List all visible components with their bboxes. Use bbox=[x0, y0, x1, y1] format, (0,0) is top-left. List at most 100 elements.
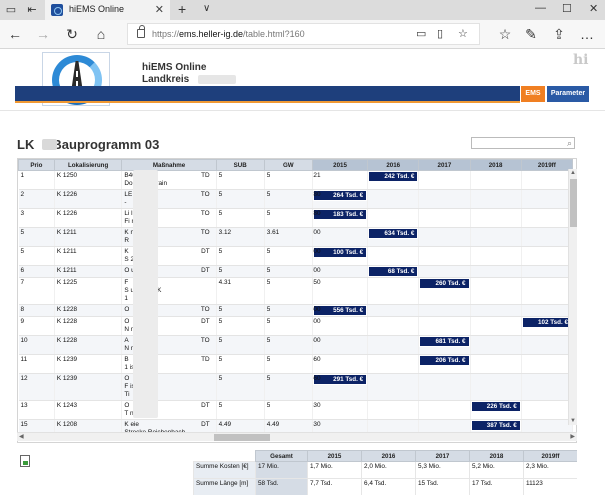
col-header-2015[interactable]: 2015 bbox=[311, 159, 369, 171]
cell-prio: 5 bbox=[18, 246, 55, 266]
cell-kosten: 560 bbox=[312, 375, 321, 382]
col-header-gw[interactable]: GW bbox=[263, 159, 313, 171]
budget-value-badge[interactable]: 260 Tsd. € bbox=[419, 278, 470, 289]
browser-tab-bar: ▭ ⇤ hiEMS Online ✕ + ∨ — ☐ ✕ bbox=[0, 0, 605, 20]
cell-year-value: 700 bbox=[312, 265, 369, 278]
budget-value-badge[interactable]: 387 Tsd. € bbox=[470, 420, 521, 431]
reading-view-icon[interactable]: ▯ bbox=[437, 27, 443, 40]
cell-year-value: 102 Tsd. € bbox=[521, 316, 574, 336]
table-row[interactable]: 1K 1250B465Do GuckenrainTD55121242 Tsd. … bbox=[18, 170, 574, 190]
cell-year-value bbox=[367, 208, 420, 228]
cell-year-value: 260 Tsd. € bbox=[418, 277, 471, 305]
search-input[interactable] bbox=[472, 138, 574, 148]
budget-value-badge[interactable]: 68 Tsd. € bbox=[368, 266, 418, 277]
share-icon[interactable]: ⇪ bbox=[550, 25, 568, 43]
col-header-2018[interactable]: 2018 bbox=[469, 159, 522, 171]
cell-year-value bbox=[418, 246, 471, 266]
table-row[interactable]: 11K 1239B1 ischhardtTD55560206 Tsd. € bbox=[18, 354, 574, 374]
cell-lokalisierung: K 1226 bbox=[54, 208, 123, 228]
col-header-prio[interactable]: Prio bbox=[18, 159, 55, 171]
scroll-right-icon[interactable]: ▶ bbox=[570, 433, 575, 440]
cell-year-value: 206 Tsd. € bbox=[418, 354, 471, 374]
browser-tab[interactable]: hiEMS Online ✕ bbox=[45, 0, 170, 20]
pen-icon[interactable]: ✎ bbox=[522, 25, 540, 43]
tab-back-icon[interactable]: ⇤ bbox=[25, 3, 39, 17]
cell-year-value bbox=[418, 373, 471, 401]
table-row[interactable]: 6K 1211O uDT5570068 Tsd. € bbox=[18, 265, 574, 278]
budget-value-badge[interactable]: 206 Tsd. € bbox=[419, 355, 470, 366]
address-bar[interactable]: https://ems.heller-ig.de/table.html?160 … bbox=[127, 23, 480, 45]
home-icon[interactable]: ⌂ bbox=[92, 25, 110, 43]
scroll-up-icon[interactable]: ▲ bbox=[570, 170, 576, 176]
cell-kosten: 700 bbox=[312, 267, 321, 274]
col-header-2019ff[interactable]: 2019ff bbox=[520, 159, 574, 171]
budget-value-badge[interactable]: 102 Tsd. € bbox=[521, 317, 572, 328]
table-row[interactable]: 7K 1225FS uckel bis K14.315650260 Tsd. € bbox=[18, 277, 574, 305]
massnahme-type: TO bbox=[200, 191, 210, 198]
table-row[interactable]: 5K 1211KS 2015DT55700100 Tsd. € bbox=[18, 246, 574, 266]
cast-icon[interactable]: ▭ bbox=[416, 27, 426, 40]
budget-value-badge[interactable]: 634 Tsd. € bbox=[368, 228, 418, 239]
summary-col-2017: 2017 bbox=[415, 450, 470, 462]
tab-preview-icon[interactable]: ▭ bbox=[4, 3, 18, 17]
cell-year-value: 560291 Tsd. € bbox=[312, 373, 369, 401]
cell-gw: 5 bbox=[264, 400, 313, 420]
budget-value-badge[interactable]: 183 Tsd. € bbox=[312, 209, 367, 220]
search-icon[interactable]: ⌕ bbox=[567, 138, 572, 148]
cell-kosten: 560 bbox=[312, 356, 321, 363]
budget-value-badge[interactable]: 681 Tsd. € bbox=[419, 336, 470, 347]
more-icon[interactable]: … bbox=[578, 25, 596, 43]
maximize-button[interactable]: ☐ bbox=[562, 2, 572, 15]
budget-value-badge[interactable]: 100 Tsd. € bbox=[312, 247, 367, 258]
budget-value-badge[interactable]: 291 Tsd. € bbox=[312, 374, 367, 385]
browser-nav-bar: ← → ↻ ⌂ https://ems.heller-ig.de/table.h… bbox=[0, 20, 605, 49]
scroll-thumb-horizontal[interactable] bbox=[214, 434, 270, 441]
cell-year-value bbox=[521, 170, 574, 190]
table-row[interactable]: 10K 1228AN ngenTO55600681 Tsd. € bbox=[18, 335, 574, 355]
col-header-2016[interactable]: 2016 bbox=[367, 159, 420, 171]
col-header-2017[interactable]: 2017 bbox=[418, 159, 471, 171]
back-arrow-icon[interactable]: ← bbox=[6, 25, 24, 43]
table-row[interactable]: 13K 1243OT ntalDT55530226 Tsd. € bbox=[18, 400, 574, 420]
excel-export-icon[interactable] bbox=[20, 455, 30, 467]
favorite-star-icon[interactable]: ☆ bbox=[458, 27, 468, 40]
col-header-massnahme[interactable]: Maßnahme bbox=[121, 159, 217, 171]
scroll-down-icon[interactable]: ▼ bbox=[570, 418, 576, 424]
cell-year-value bbox=[418, 189, 471, 209]
table-row[interactable]: 3K 1226Li lis bisFi nhardtTO55780183 Tsd… bbox=[18, 208, 574, 228]
forward-arrow-icon[interactable]: → bbox=[34, 25, 52, 43]
table-row[interactable]: 12K 1239OF isenTi55560291 Tsd. € bbox=[18, 373, 574, 401]
cell-year-value: 650 bbox=[312, 277, 369, 305]
search-field[interactable]: ⌕ bbox=[471, 137, 575, 149]
table-vertical-scrollbar[interactable]: ▲ ▼ bbox=[568, 169, 577, 425]
massnahme-type: DT bbox=[201, 421, 210, 428]
table-row[interactable]: 8K 1228OTO55600556 Tsd. € bbox=[18, 304, 574, 317]
table-horizontal-scrollbar[interactable]: ◀ ▶ bbox=[17, 432, 577, 441]
budget-value-badge[interactable]: 556 Tsd. € bbox=[312, 305, 367, 316]
close-window-button[interactable]: ✕ bbox=[589, 2, 598, 15]
favorites-list-icon[interactable]: ☆ bbox=[496, 25, 514, 43]
cell-year-value bbox=[470, 277, 522, 305]
cell-prio: 9 bbox=[18, 316, 55, 336]
tab-list-dropdown-icon[interactable]: ∨ bbox=[203, 3, 210, 14]
table-row[interactable]: 2K 1226LE ndingen-TO55780264 Tsd. € bbox=[18, 189, 574, 209]
new-tab-button[interactable]: + bbox=[178, 1, 186, 17]
url-text[interactable]: https://ems.heller-ig.de/table.html?160 bbox=[152, 29, 305, 39]
parameter-button[interactable]: Parameter bbox=[546, 86, 590, 103]
refresh-icon[interactable]: ↻ bbox=[63, 25, 81, 43]
cell-year-value bbox=[418, 208, 471, 228]
budget-value-badge[interactable]: 226 Tsd. € bbox=[470, 401, 521, 412]
cell-year-value bbox=[470, 246, 522, 266]
table-row[interactable]: 5K 1211K ngenRTO3.123.61700634 Tsd. € bbox=[18, 227, 574, 247]
tab-close-icon[interactable]: ✕ bbox=[155, 3, 164, 16]
budget-value-badge[interactable]: 264 Tsd. € bbox=[312, 190, 367, 201]
ems-button[interactable]: EMS bbox=[520, 86, 546, 103]
minimize-button[interactable]: — bbox=[535, 2, 546, 14]
table-row[interactable]: 9K 1228ON ngenDT55600102 Tsd. € bbox=[18, 316, 574, 336]
scroll-thumb[interactable] bbox=[570, 179, 577, 227]
scroll-left-icon[interactable]: ◀ bbox=[19, 433, 24, 440]
col-header-sub[interactable]: SUB bbox=[215, 159, 265, 171]
col-header-lokalisierung[interactable]: Lokalisierung bbox=[53, 159, 123, 171]
cell-year-value bbox=[521, 277, 574, 305]
budget-value-badge[interactable]: 242 Tsd. € bbox=[368, 171, 418, 182]
